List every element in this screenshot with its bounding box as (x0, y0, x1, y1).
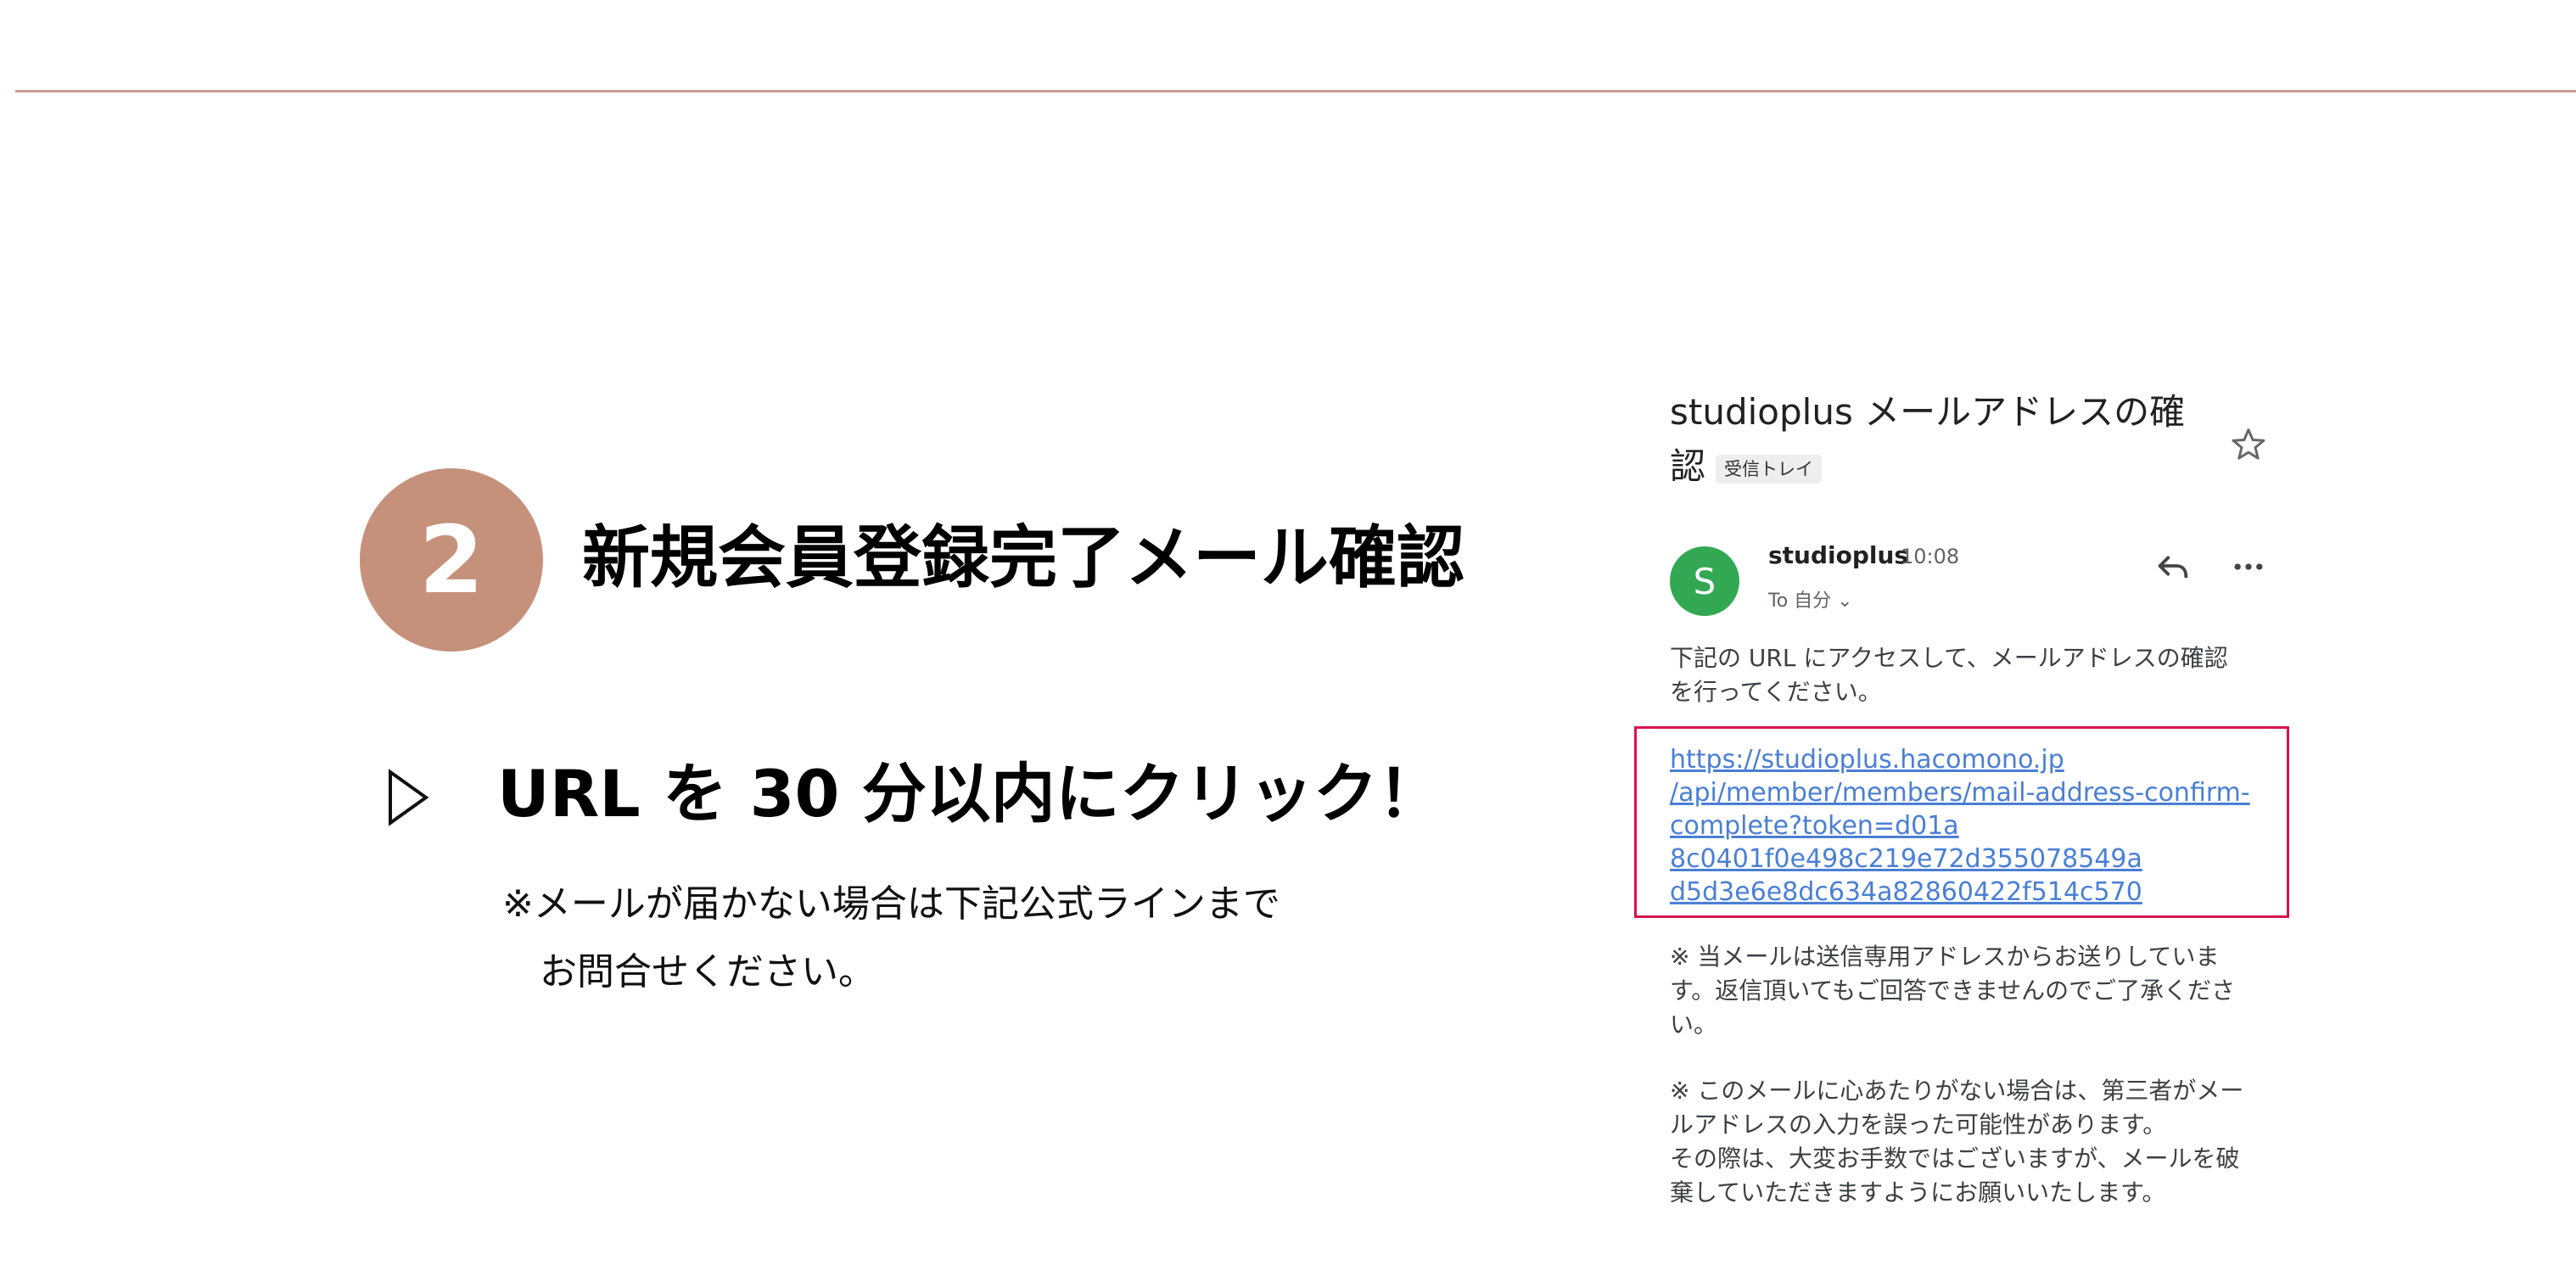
confirm-url-line-2[interactable]: /api/member/members/mail-address-confirm… (1670, 776, 2264, 809)
confirm-url-line-4[interactable]: 8c0401f0e498c219e72d355078549a (1670, 842, 2264, 876)
mistaken-email-notice: ※ このメールに心あたりがない場合は、第三者がメー ルアドレスの入力を誤った可能… (1670, 1074, 2274, 1210)
instruction-heading: URL を 30 分以内にクリック！ (497, 756, 1442, 831)
recipient-toggle[interactable]: To 自分 ⌄ (1768, 585, 1853, 613)
send-only-notice-line-1: ※ 当メールは送信専用アドレスからお送りしていま (1670, 943, 2220, 971)
send-only-notice-line-3: い。 (1670, 1010, 1718, 1038)
email-subject-line-1: studioplus メールアドレスの確 (1670, 391, 2186, 433)
sender-initial: S (1693, 560, 1716, 602)
mistaken-email-notice-line-1: ※ このメールに心あたりがない場合は、第三者がメー (1670, 1077, 2244, 1105)
confirm-url-line-5[interactable]: d5d3e6e8dc634a82860422f514c570 (1670, 876, 2264, 909)
inbox-label-badge[interactable]: 受信トレイ (1716, 454, 1823, 484)
sender-avatar: S (1670, 546, 1739, 616)
confirm-url-link[interactable]: https://studioplus.hacomono.jp /api/memb… (1670, 743, 2264, 909)
confirm-url-line-3[interactable]: complete?token=d01a (1670, 809, 2264, 842)
top-divider (15, 90, 2576, 92)
more-dots-icon[interactable] (2230, 548, 2267, 585)
email-subject: studioplus メールアドレスの確 認受信トレイ (1670, 385, 2213, 494)
reply-arrow-icon[interactable] (2153, 546, 2192, 585)
triangle-outline-icon (389, 769, 429, 826)
email-body-line-1: 下記の URL にアクセスして、メールアドレスの確認 (1670, 644, 2228, 672)
step-number-badge: 2 (360, 468, 543, 652)
contact-note-line-1: ※メールが届かない場合は下記公式ラインまで (502, 882, 1280, 926)
mistaken-email-notice-line-4: 棄していただきますようにお願いいたします。 (1670, 1178, 2166, 1206)
sender-name: studioplus (1768, 541, 1909, 569)
email-body-text: 下記の URL にアクセスして、メールアドレスの確認 を行ってください。 (1670, 641, 2274, 709)
mistaken-email-notice-line-3: その際は、大変お手数ではございますが、メールを破 (1670, 1144, 2240, 1172)
email-subject-line-2: 認 (1670, 445, 1706, 487)
star-outline-icon[interactable] (2230, 426, 2267, 463)
email-body-line-2: を行ってください。 (1670, 678, 1882, 706)
step-title: 新規会員登録完了メール確認 (582, 518, 1464, 597)
send-only-notice-line-2: す。返信頂いてもご回答できませんのでご了承くださ (1670, 977, 2236, 1005)
contact-note-line-2: お問合せください。 (540, 950, 876, 993)
step-number: 2 (418, 506, 484, 614)
email-time: 10:08 (1901, 545, 1960, 568)
send-only-notice: ※ 当メールは送信専用アドレスからお送りしていま す。返信頂いてもご回答できませ… (1670, 940, 2274, 1042)
mistaken-email-notice-line-2: ルアドレスの入力を誤った可能性があります。 (1670, 1111, 2167, 1139)
confirm-url-line-1[interactable]: https://studioplus.hacomono.jp (1670, 743, 2264, 776)
